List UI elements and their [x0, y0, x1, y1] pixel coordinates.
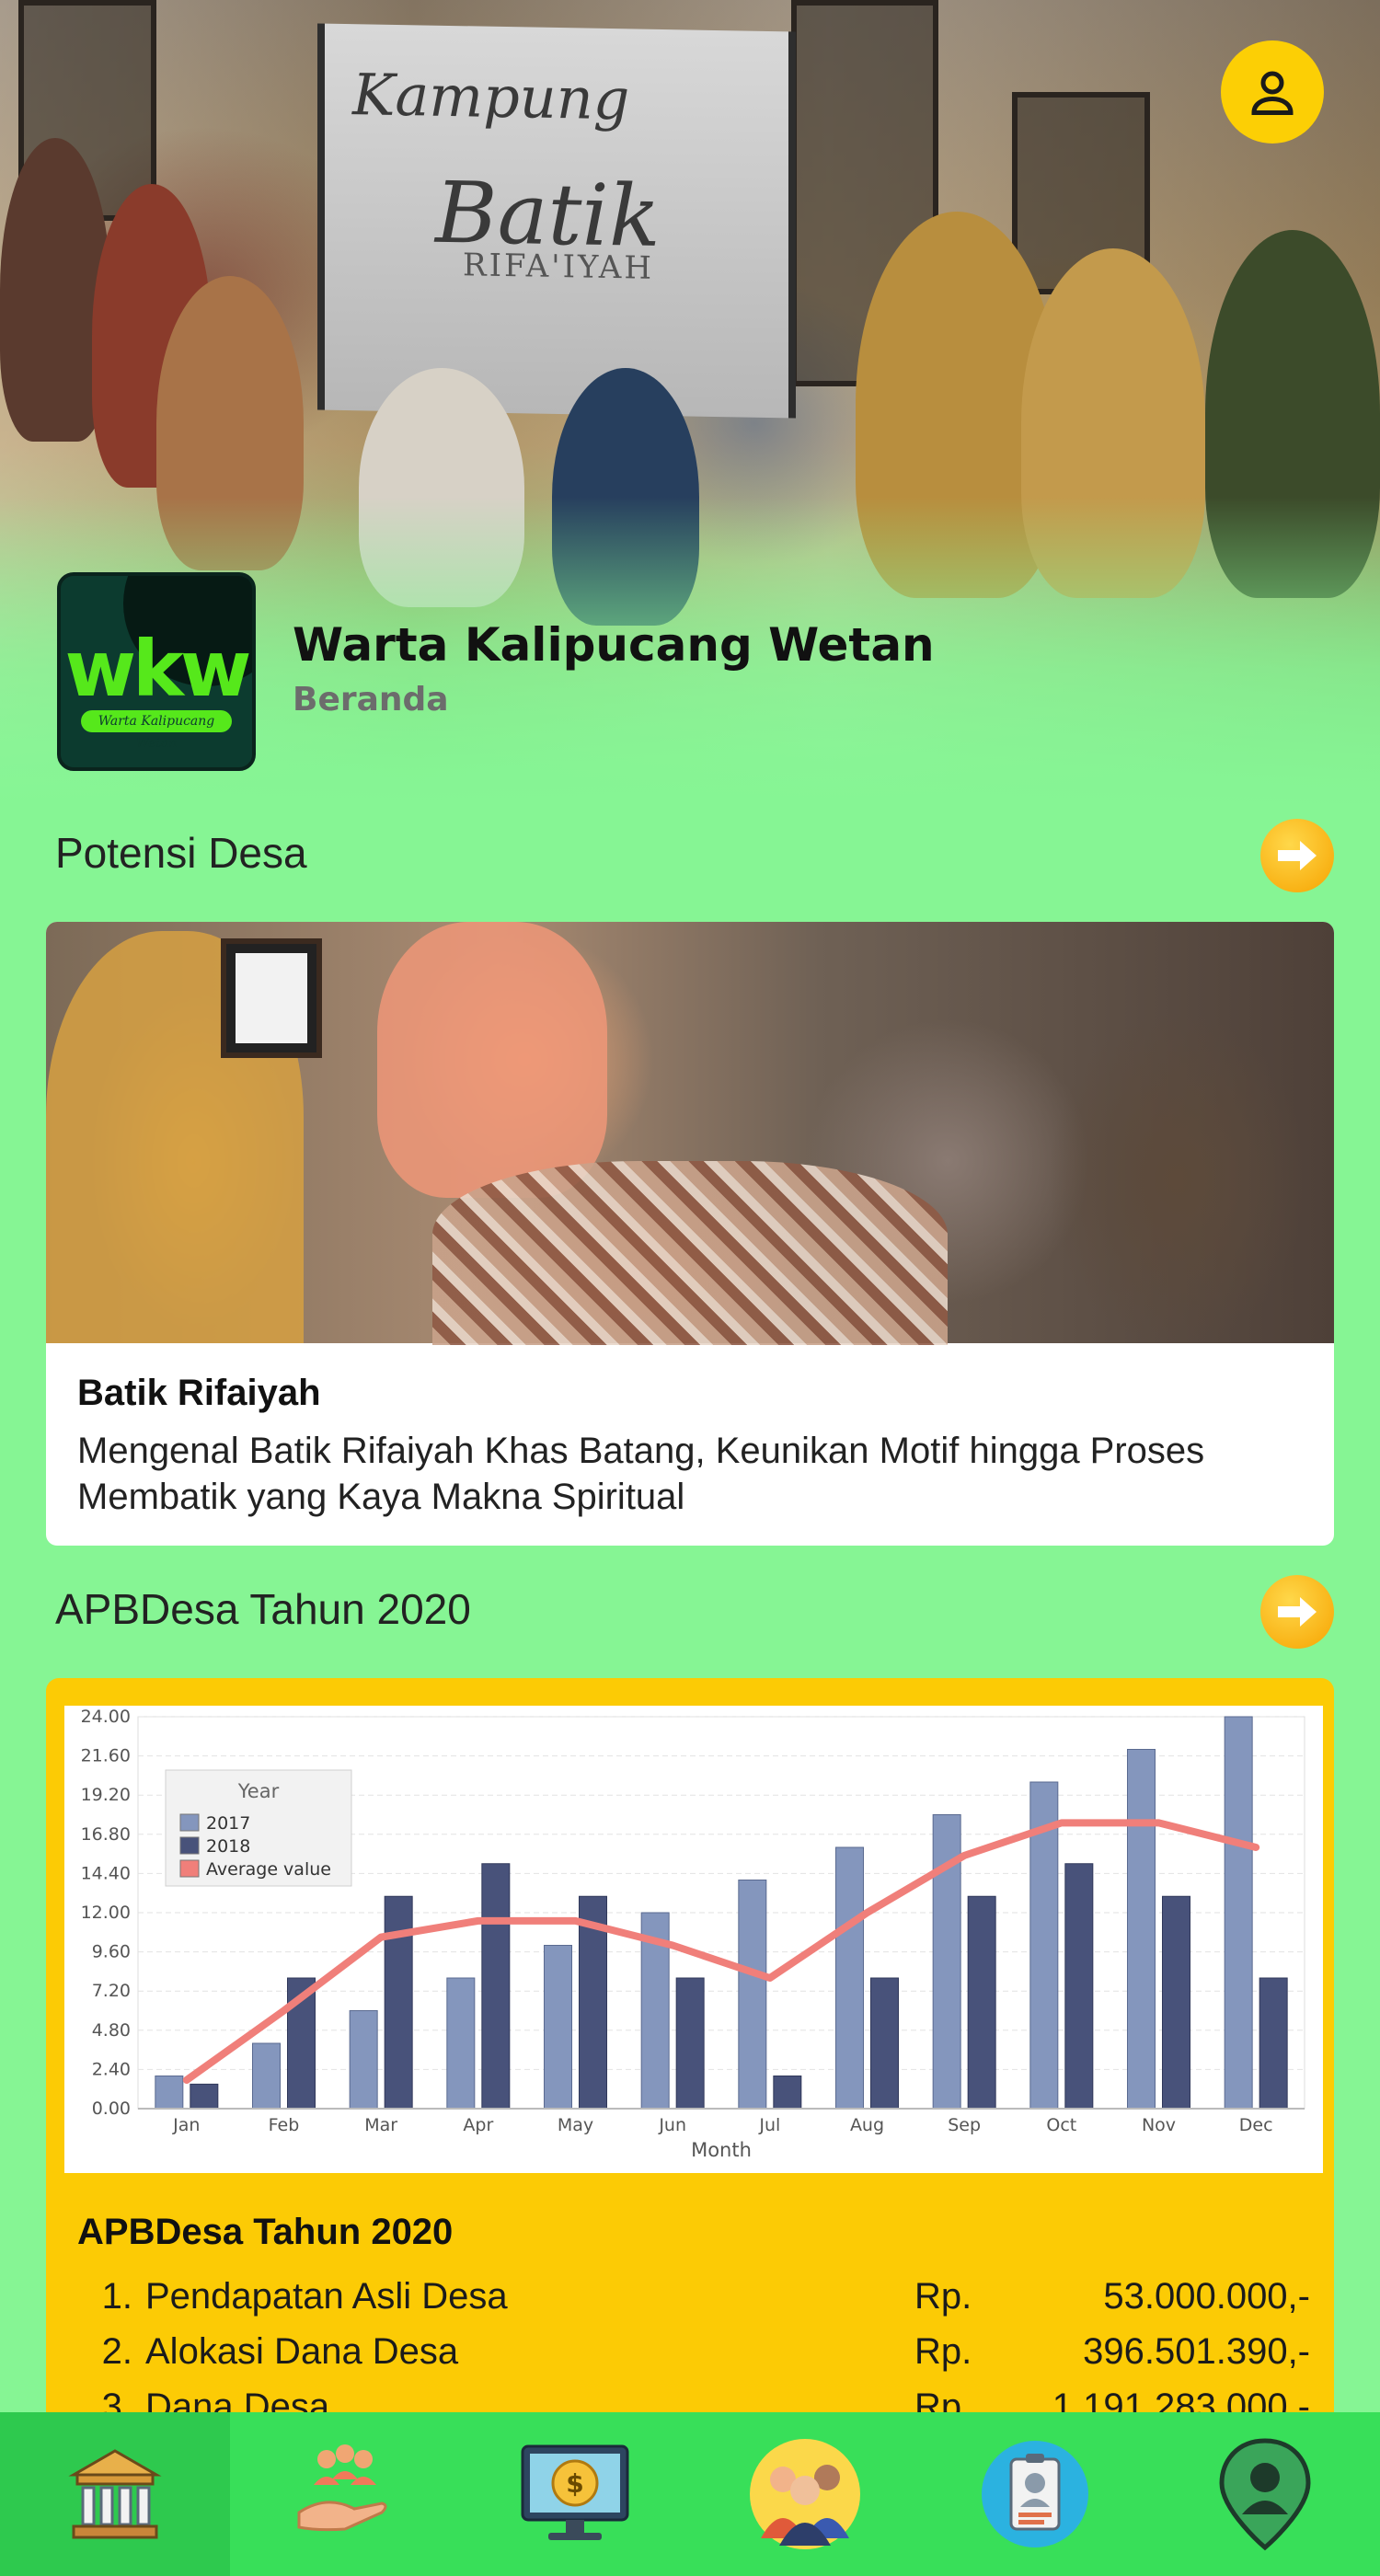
x-tick-label: May [558, 2115, 593, 2135]
bar-2018 [190, 2083, 219, 2110]
x-tick-label: Jan [172, 2115, 200, 2135]
y-tick-label: 0.00 [92, 2099, 131, 2119]
y-tick-label: 21.60 [81, 1746, 131, 1766]
bar-2017 [1127, 1749, 1156, 2110]
nav-community[interactable] [230, 2412, 460, 2576]
bar-2017 [252, 2042, 281, 2110]
x-tick-label: Jun [658, 2115, 686, 2135]
bar-2018 [481, 1863, 511, 2110]
bar-line-chart: 0.00 2.40 4.80 7.20 9.60 12.00 14.40 16.80 19.20… [81, 1707, 1305, 2161]
apbdesa-row: 2. Alokasi Dana Desa Rp. 396.501.390,- [101, 2331, 1310, 2372]
x-tick-label: Nov [1142, 2115, 1176, 2135]
hero-banner: Kampung Batik RIFA'IYAH [317, 23, 796, 419]
legend-swatch [179, 1836, 200, 1855]
bar-2018 [675, 1977, 705, 2110]
bar-2017 [446, 1977, 476, 2110]
x-tick-label: Feb [269, 2115, 300, 2135]
bottom-navigation: $ [0, 2412, 1380, 2576]
y-tick-label: 24.00 [81, 1707, 131, 1727]
bar-2017 [544, 1945, 572, 2110]
legend-label: 2018 [206, 1836, 250, 1857]
nav-profile-card[interactable] [920, 2412, 1150, 2576]
potensi-more-button[interactable] [1260, 819, 1334, 892]
y-tick-label: 12.00 [81, 1903, 131, 1923]
x-tick-label: Mar [364, 2115, 397, 2135]
bar-2017 [155, 2076, 184, 2110]
page-subtitle: Beranda [293, 681, 449, 719]
profile-button[interactable] [1221, 40, 1324, 144]
x-tick-label: Apr [463, 2115, 493, 2135]
nav-people[interactable] [690, 2412, 920, 2576]
bar-2018 [1259, 1977, 1288, 2110]
nav-home[interactable] [0, 2412, 230, 2576]
user-icon [1251, 71, 1294, 115]
x-tick-label: Sep [948, 2115, 981, 2135]
arrow-right-icon [1278, 841, 1317, 870]
apbdesa-card-title: APBDesa Tahun 2020 [77, 2212, 454, 2252]
community-hand-icon [297, 2444, 387, 2532]
bar-2018 [1162, 1895, 1190, 2110]
y-tick-label: 2.40 [92, 2059, 131, 2079]
arrow-right-icon [1278, 1597, 1317, 1627]
y-tick-label: 4.80 [92, 2020, 131, 2041]
y-tick-label: 16.80 [81, 1824, 131, 1845]
bar-2018 [870, 1977, 899, 2110]
legend-label: Average value [206, 1859, 331, 1880]
potensi-card[interactable]: Batik Rifaiyah Mengenal Batik Rifaiyah K… [46, 922, 1334, 1546]
x-tick-label: Oct [1046, 2115, 1076, 2135]
potensi-card-description: Mengenal Batik Rifaiyah Khas Batang, Keu… [77, 1431, 1205, 1517]
x-tick-label: Dec [1239, 2115, 1273, 2135]
bar-2018 [1064, 1863, 1094, 2110]
building-icon [68, 2449, 162, 2539]
nav-finance[interactable]: $ [460, 2412, 690, 2576]
y-tick-label: 14.40 [81, 1863, 131, 1883]
x-tick-label: Aug [850, 2115, 884, 2135]
legend-swatch [179, 1813, 200, 1832]
bar-2017 [835, 1846, 864, 2110]
money-monitor-icon: $ [521, 2444, 629, 2540]
logo-text: wkw [64, 624, 251, 714]
apbdesa-chart: 0.00 2.40 4.80 7.20 9.60 12.00 14.40 16.80 19.20… [64, 1706, 1323, 2173]
bar-2018 [384, 1895, 413, 2110]
legend-title: Year [237, 1780, 280, 1802]
x-axis-label: Month [691, 2139, 752, 2161]
apbdesa-row: 1. Pendapatan Asli Desa Rp. 53.000.000,- [101, 2276, 1310, 2317]
bar-2017 [1224, 1716, 1253, 2110]
person-pin-icon [1219, 2438, 1311, 2551]
bar-2017 [738, 1880, 767, 2110]
apbdesa-more-button[interactable] [1260, 1575, 1334, 1649]
apbdesa-section-title: APBDesa Tahun 2020 [55, 1585, 471, 1633]
y-tick-label: 9.60 [92, 1942, 131, 1962]
svg-text:$: $ [566, 2468, 583, 2499]
y-tick-label: 19.20 [81, 1785, 131, 1805]
people-group-icon [750, 2439, 860, 2549]
app-logo: wkw Warta Kalipucang Wetan [57, 572, 256, 771]
legend-swatch [179, 1859, 200, 1878]
bar-2017 [349, 2010, 378, 2110]
bar-2018 [773, 2076, 802, 2110]
y-tick-label: 7.20 [92, 1981, 131, 2001]
potensi-section-title: Potensi Desa [55, 829, 307, 877]
legend-label: 2017 [206, 1813, 250, 1834]
id-card-icon [982, 2441, 1088, 2547]
batik-photo [46, 922, 1334, 1345]
nav-location[interactable] [1150, 2412, 1380, 2576]
potensi-card-title: Batik Rifaiyah [77, 1373, 321, 1413]
logo-subtext: Warta Kalipucang Wetan [81, 710, 232, 751]
app-title: Warta Kalipucang Wetan [293, 618, 935, 672]
bar-2018 [967, 1895, 996, 2110]
x-tick-label: Jul [758, 2115, 780, 2135]
